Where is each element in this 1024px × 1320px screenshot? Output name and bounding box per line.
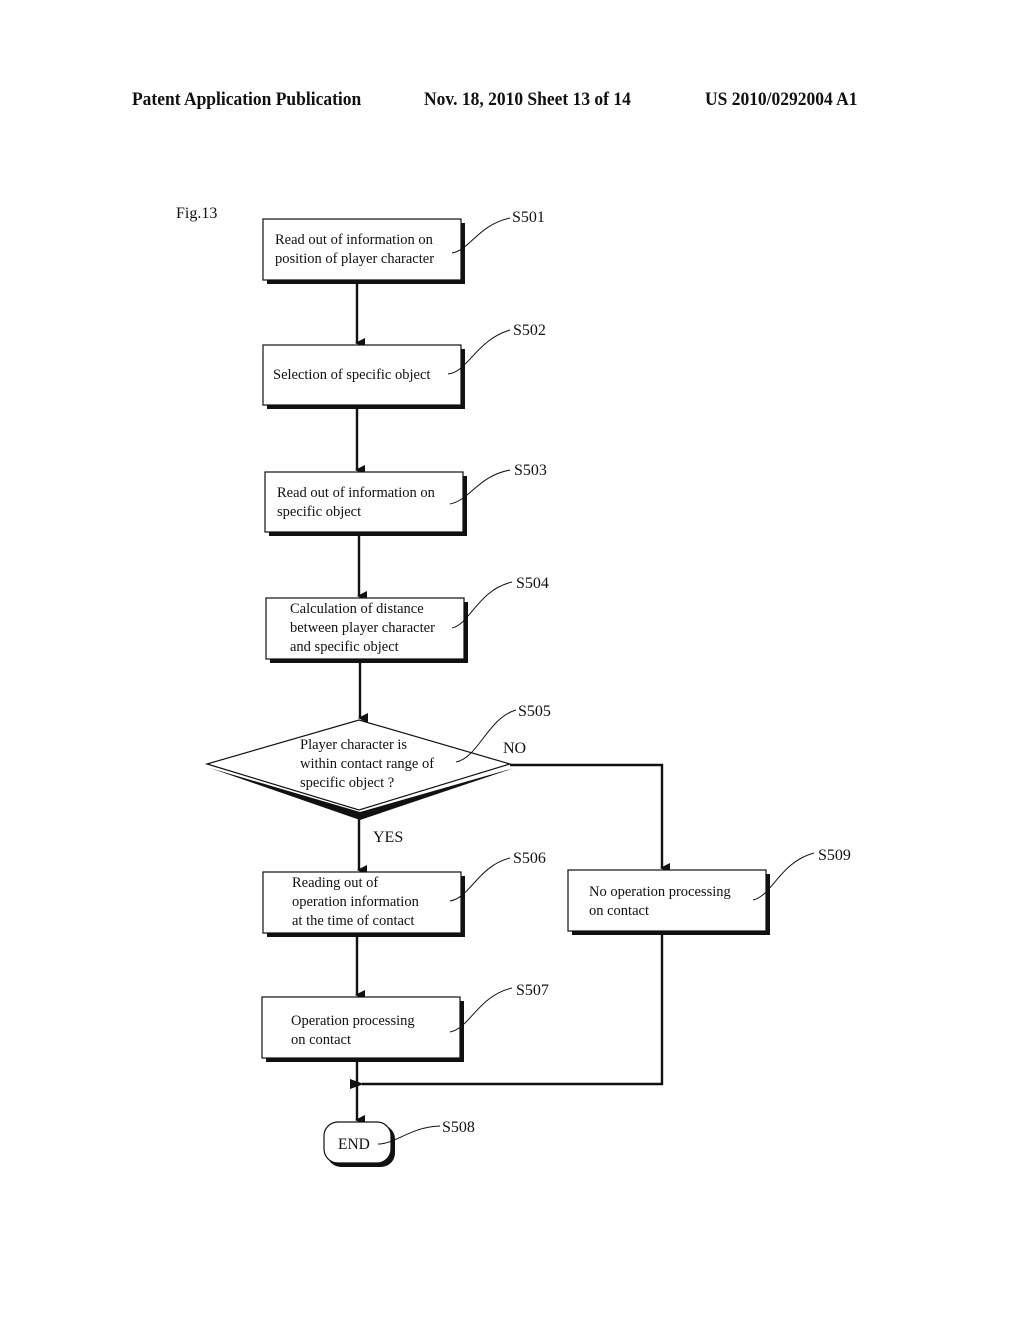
step-s505-line1: Player character is [300, 737, 407, 753]
step-s506-line1: Reading out of [292, 875, 378, 891]
step-s505-line2: within contact range of [300, 756, 434, 772]
step-id-s504: S504 [516, 575, 549, 592]
step-id-s503: S503 [514, 462, 547, 479]
branch-yes-label: YES [373, 829, 403, 846]
step-s503-line1: Read out of information on [277, 485, 436, 501]
step-id-s508: S508 [442, 1119, 475, 1136]
branch-no-label: NO [503, 740, 526, 757]
step-s504-line1: Calculation of distance [290, 601, 424, 617]
step-id-s501: S501 [512, 209, 545, 226]
step-s506-line3: at the time of contact [292, 913, 414, 929]
step-s509-line1: No operation processing [589, 884, 731, 900]
step-s501: Read out of information on position of p… [262, 218, 465, 284]
step-s509-line2: on contact [589, 903, 649, 919]
step-s506-line2: operation information [292, 894, 420, 910]
step-s506: Reading out of operation information at … [262, 871, 465, 937]
step-id-s509: S509 [818, 847, 851, 864]
step-s503: Read out of information on specific obje… [264, 471, 467, 536]
flowchart: Read out of information on position of p… [204, 209, 851, 1167]
step-s505-line3: specific object ? [300, 775, 394, 791]
step-s503-line2: specific object [277, 504, 361, 520]
step-s507-line1: Operation processing [291, 1013, 415, 1029]
step-s502: Selection of specific object [262, 344, 465, 409]
step-id-s506: S506 [513, 850, 546, 867]
step-s504-line3: and specific object [290, 639, 399, 655]
step-s505-decision: Player character is within contact range… [204, 719, 514, 820]
step-s509: No operation processing on contact [567, 869, 770, 935]
step-id-s505: S505 [518, 703, 551, 720]
step-s508-label: END [338, 1136, 370, 1153]
step-id-s507: S507 [516, 982, 549, 999]
step-s504-line2: between player character [290, 620, 435, 636]
step-s502-line1: Selection of specific object [273, 367, 430, 383]
step-s501-line2: position of player character [275, 251, 434, 267]
step-s507: Operation processing on contact [261, 996, 464, 1062]
step-s507-line2: on contact [291, 1032, 351, 1048]
step-id-s502: S502 [513, 322, 546, 339]
step-s501-line1: Read out of information on [275, 232, 434, 248]
step-s508-end: END [323, 1121, 395, 1167]
step-s504: Calculation of distance between player c… [265, 597, 468, 663]
